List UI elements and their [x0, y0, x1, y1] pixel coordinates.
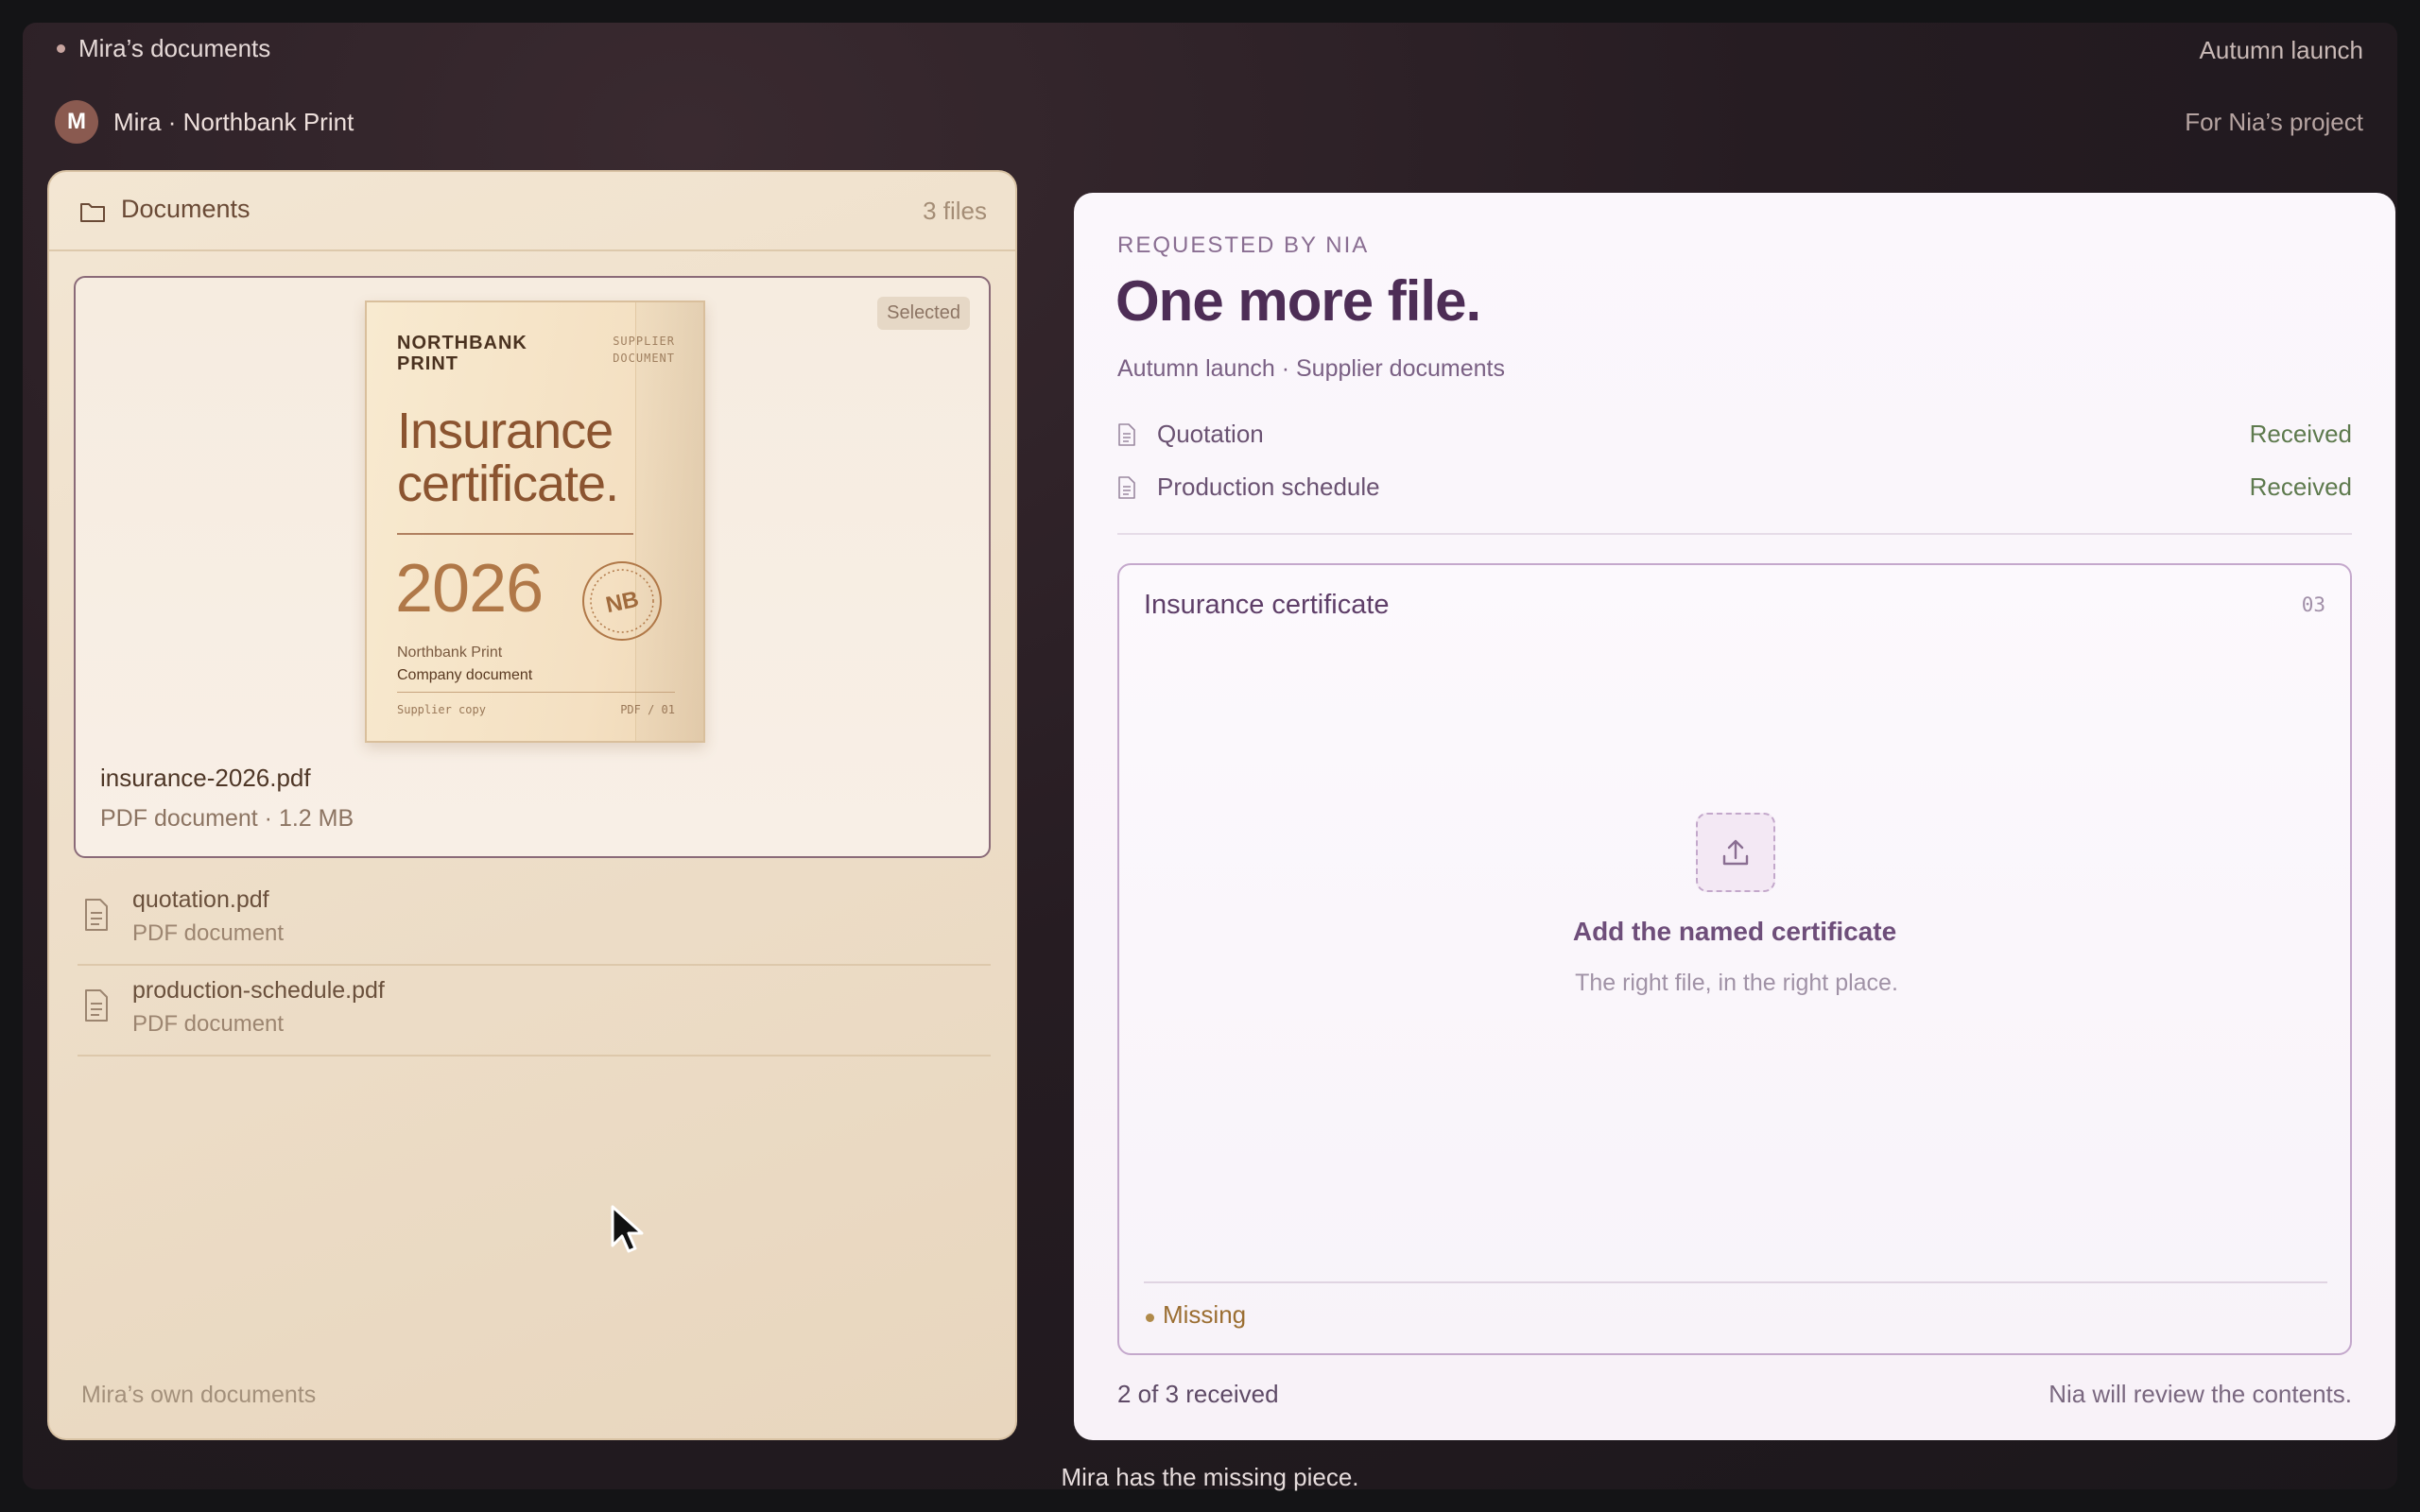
selected-filename: insurance-2026.pdf: [100, 764, 311, 792]
preview-footer-divider: [397, 692, 675, 693]
file-count: 3 files: [923, 197, 987, 225]
progress-label: 2 of 3 received: [1117, 1380, 1279, 1408]
file-icon: [83, 898, 110, 936]
document-preview[interactable]: NORTHBANK PRINT SUPPLIER DOCUMENT Insura…: [365, 301, 705, 743]
app-window: Mira’s documents Autumn launch M Mira · …: [23, 23, 2397, 1491]
project-label: For Nia’s project: [2185, 108, 2363, 136]
requested-by-label: REQUESTED BY NIA: [1117, 232, 1370, 258]
request-item-production-schedule: Production schedule Received: [1117, 469, 2352, 507]
caption: Mira has the missing piece.: [1061, 1463, 1359, 1491]
document-icon: [1117, 423, 1136, 451]
upload-button[interactable]: [1696, 813, 1775, 892]
slot-number: 03: [2301, 593, 2325, 616]
documents-title: Documents: [121, 195, 251, 223]
file-meta: PDF document: [132, 1011, 285, 1037]
request-item-name: Quotation: [1157, 420, 1264, 448]
file-meta: PDF document: [132, 920, 285, 946]
status-missing: Missing: [1163, 1300, 1247, 1329]
selected-badge: Selected: [877, 297, 970, 330]
request-subtitle: Autumn launch · Supplier documents: [1117, 355, 1505, 382]
account-bar: M Mira · Northbank Print For Nia’s proje…: [23, 98, 2397, 144]
slot-divider: [1144, 1281, 2327, 1283]
upload-icon: [1722, 839, 1749, 866]
preview-title: Insurance certificate.: [397, 403, 619, 512]
slot-title: Insurance certificate: [1144, 590, 1390, 620]
file-name: quotation.pdf: [132, 886, 269, 913]
review-note: Nia will review the contents.: [2048, 1380, 2352, 1408]
status-dot: [57, 44, 65, 53]
account-label: Mira · Northbank Print: [113, 108, 354, 136]
breadcrumb-label: Mira’s documents: [78, 34, 271, 62]
breadcrumb[interactable]: Mira’s documents: [57, 34, 270, 63]
status-received: Received: [2249, 472, 2352, 501]
documents-header: Documents 3 files: [49, 172, 1015, 251]
top-bar: Mira’s documents Autumn launch: [23, 23, 2397, 79]
file-row-production-schedule[interactable]: production-schedule.pdf PDF document: [78, 966, 991, 1057]
mouse-cursor-icon: [609, 1204, 650, 1262]
campaign-label: Autumn launch: [2199, 36, 2363, 64]
preview-divider: [397, 533, 633, 535]
preview-year: 2026: [395, 551, 544, 627]
file-icon: [83, 988, 110, 1027]
request-panel: REQUESTED BY NIA One more file. Autumn l…: [1074, 193, 2395, 1440]
file-name: production-schedule.pdf: [132, 977, 385, 1004]
avatar[interactable]: M: [55, 100, 98, 144]
request-title: One more file.: [1115, 269, 1481, 333]
status-received: Received: [2249, 420, 2352, 448]
folder-icon: [79, 200, 106, 228]
preview-doc-type: Company document: [397, 667, 533, 683]
upload-slot-insurance[interactable]: Insurance certificate 03 Add the named c…: [1117, 563, 2352, 1355]
preview-brand: NORTHBANK PRINT: [397, 333, 527, 374]
preview-side-strip: [635, 302, 703, 741]
seal-text: NB: [604, 587, 642, 619]
preview-page: PDF / 01: [620, 703, 675, 716]
documents-footer: Mira’s own documents: [81, 1382, 317, 1408]
seal-icon: NB: [580, 559, 664, 647]
file-row-quotation[interactable]: quotation.pdf PDF document: [78, 875, 991, 966]
divider: [1117, 533, 2352, 535]
upload-subtitle: The right file, in the right place.: [1575, 970, 1898, 996]
missing-dot: [1146, 1314, 1154, 1322]
selected-file-meta: PDF document · 1.2 MB: [100, 805, 354, 832]
documents-panel: Documents 3 files Selected NORTHBANK PRI…: [47, 170, 1017, 1440]
upload-title: Add the named certificate: [1572, 917, 1897, 946]
document-icon: [1117, 476, 1136, 504]
preview-tag: SUPPLIER DOCUMENT: [613, 335, 675, 365]
request-item-name: Production schedule: [1157, 472, 1380, 501]
request-item-quotation: Quotation Received: [1117, 416, 2352, 454]
selected-file-card[interactable]: Selected NORTHBANK PRINT SUPPLIER DOCUME…: [74, 276, 991, 858]
preview-copy: Supplier copy: [397, 703, 486, 716]
preview-company: Northbank Print: [397, 644, 503, 661]
